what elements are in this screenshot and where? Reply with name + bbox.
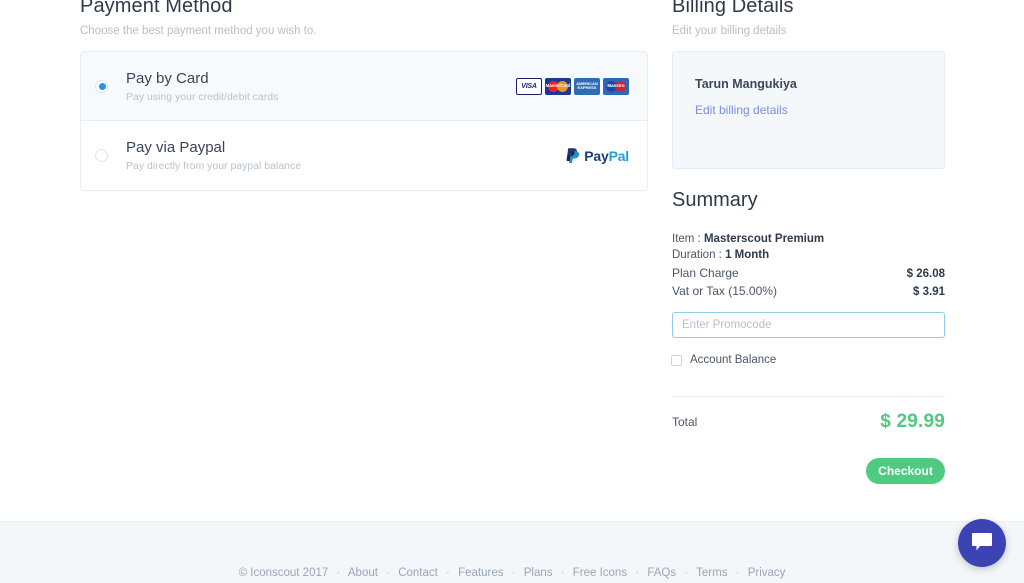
footer-link-free-icons[interactable]: Free Icons [573, 567, 627, 579]
footer-separator: · [336, 567, 341, 579]
chat-bubble-icon [971, 532, 993, 555]
summary-line-vat-label: Vat or Tax (15.00%) [672, 284, 777, 298]
summary-total-value: $ 29.99 [880, 411, 945, 432]
checkout-button[interactable]: Checkout [866, 458, 945, 484]
radio-pay-via-paypal[interactable] [95, 149, 108, 162]
payment-option-card-desc: Pay using your credit/debit cards [126, 90, 279, 103]
footer-copyright: © Iconscout 2017 [238, 567, 329, 579]
visa-logo-label: VISA [521, 82, 537, 90]
footer-separator: · [635, 567, 640, 579]
maestro-logo: Maestro [603, 77, 629, 95]
account-balance-row[interactable]: Account Balance [671, 353, 776, 367]
summary-meta: Item : Masterscout Premium Duration : 1 … [672, 231, 824, 263]
paypal-mark-icon [565, 147, 580, 164]
footer-separator: · [735, 567, 740, 579]
payment-option-card-text: Pay by Card Pay using your credit/debit … [126, 69, 516, 104]
footer-separator: · [386, 567, 390, 579]
footer-separator: · [684, 567, 689, 579]
summary-item-row: Item : Masterscout Premium [672, 231, 824, 247]
radio-pay-by-card[interactable] [95, 79, 108, 93]
summary-item-value: Masterscout Premium [703, 233, 825, 245]
summary-line-plan-charge: Plan Charge $ 26.08 [672, 265, 945, 283]
summary-total-label: Total [672, 415, 698, 429]
visa-logo: VISA [516, 77, 542, 95]
billing-name: Tarun Mangukiya [695, 77, 797, 91]
payment-method-subtitle: Choose the best payment method you wish … [80, 25, 317, 37]
footer-separator: · [560, 567, 565, 579]
billing-details-header: Billing Details Edit your billing detail… [672, 0, 945, 38]
maestro-logo-label: Maestro [607, 82, 625, 88]
paypal-logo: PayPal [565, 147, 629, 164]
footer-link-terms[interactable]: Terms [696, 567, 727, 579]
summary-divider [672, 396, 945, 397]
billing-details-card: Tarun Mangukiya Edit billing details [672, 51, 945, 169]
payment-method-list: Pay by Card Pay using your credit/debit … [80, 51, 648, 191]
mastercard-logo: MasterCard [545, 77, 571, 95]
footer-separator: · [446, 567, 450, 579]
maestro-logo-glyph: Maestro [603, 78, 629, 95]
summary-item-label: Item : [672, 233, 701, 245]
payment-option-card[interactable]: Pay by Card Pay using your credit/debit … [81, 52, 647, 121]
page-title: Payment Method [80, 0, 233, 17]
summary-duration-label: Duration : [672, 249, 722, 261]
summary-line-plan-charge-label: Plan Charge [672, 266, 739, 280]
footer-link-about[interactable]: About [348, 567, 378, 579]
payment-option-paypal[interactable]: Pay via Paypal Pay directly from your pa… [81, 121, 647, 190]
checkout-page: Payment Method Choose the best payment m… [0, 0, 1024, 583]
amex-logo-label: AMERICAN EXPRESS [576, 82, 598, 90]
account-balance-label: Account Balance [690, 354, 777, 366]
card-logos: VISA MasterCard AMERICAN EXPRESS Maestro [516, 77, 629, 95]
payment-option-paypal-desc: Pay directly from your paypal balance [126, 160, 302, 172]
edit-billing-details-link[interactable]: Edit billing details [695, 103, 788, 117]
summary-line-vat-value: $ 3.91 [913, 286, 945, 298]
mastercard-logo-glyph: MasterCard [545, 78, 571, 95]
amex-logo-line2: EXPRESS [577, 85, 597, 90]
account-balance-checkbox[interactable] [671, 354, 682, 366]
chat-widget-button[interactable] [958, 519, 1006, 567]
summary-duration-row: Duration : 1 Month [672, 247, 824, 263]
amex-logo: AMERICAN EXPRESS [574, 77, 600, 95]
footer-link-privacy[interactable]: Privacy [748, 567, 786, 579]
footer-link-features[interactable]: Features [458, 567, 503, 579]
footer-separator: · [511, 567, 516, 579]
mastercard-logo-label: MasterCard [545, 82, 571, 88]
billing-details-title: Billing Details [672, 0, 794, 17]
paypal-wordmark-pay: Pay [584, 147, 609, 164]
summary-line-plan-charge-value: $ 26.08 [906, 268, 945, 280]
footer-link-contact[interactable]: Contact [398, 567, 438, 579]
payment-option-paypal-label: Pay via Paypal [126, 139, 226, 156]
footer-link-plans[interactable]: Plans [524, 567, 553, 579]
footer: © Iconscout 2017 · About · Contact · Fea… [0, 521, 1024, 583]
payment-option-paypal-text: Pay via Paypal Pay directly from your pa… [126, 138, 565, 173]
footer-links: © Iconscout 2017 · About · Contact · Fea… [0, 567, 1024, 579]
paypal-wordmark-pal: Pal [608, 147, 630, 164]
billing-details-subtitle: Edit your billing details [672, 25, 787, 37]
summary-total-row: Total $ 29.99 [672, 411, 945, 433]
summary-title: Summary [672, 189, 758, 211]
promocode-input[interactable] [672, 312, 945, 338]
summary-line-vat: Vat or Tax (15.00%) $ 3.91 [672, 283, 945, 301]
payment-method-header: Payment Method Choose the best payment m… [80, 0, 648, 38]
paypal-wordmark: PayPal [584, 148, 629, 164]
summary-duration-value: 1 Month [725, 249, 770, 261]
footer-link-faqs[interactable]: FAQs [647, 567, 676, 579]
payment-option-card-label: Pay by Card [126, 69, 209, 87]
